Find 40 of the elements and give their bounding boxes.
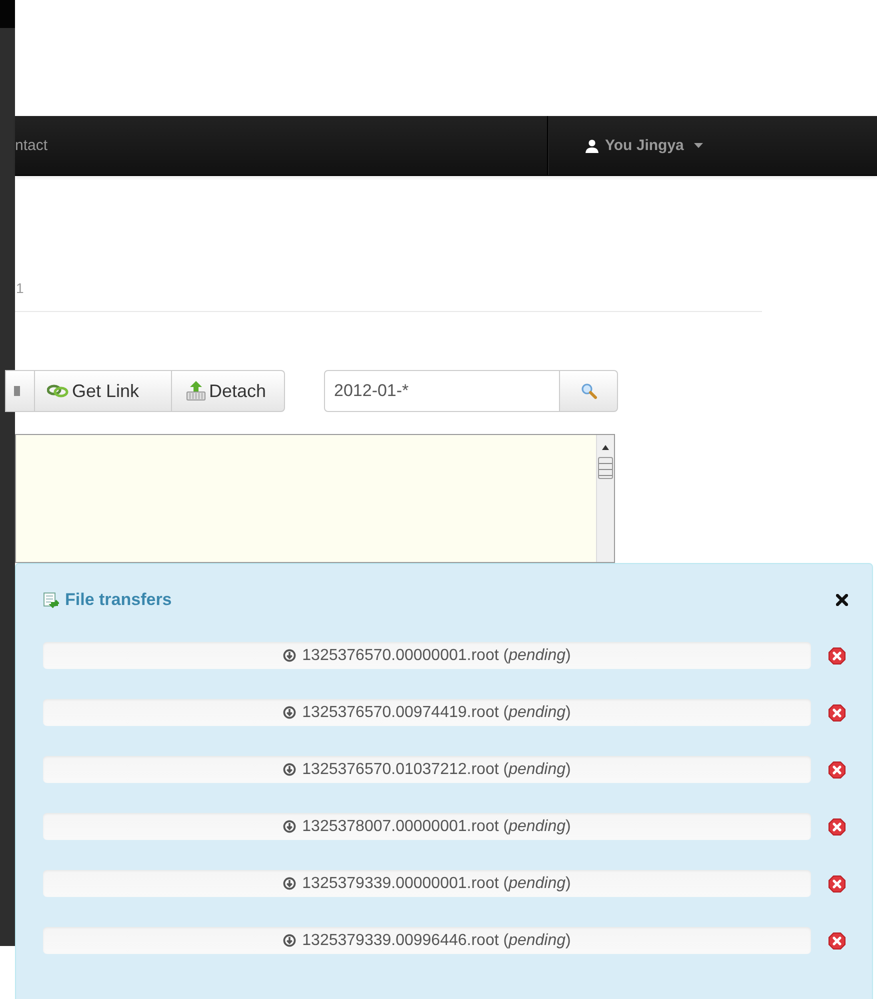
search-icon: [580, 383, 596, 399]
download-icon: [283, 763, 296, 776]
scrollbar[interactable]: [596, 435, 614, 562]
scroll-up-icon: [602, 445, 609, 450]
download-icon: [283, 877, 296, 890]
download-icon: [283, 706, 296, 719]
cancel-icon[interactable]: [828, 818, 846, 836]
user-name: You Jingya: [605, 137, 684, 154]
cancel-icon[interactable]: [828, 932, 846, 950]
toolbar-button[interactable]: [5, 370, 35, 412]
cancel-icon[interactable]: [828, 646, 846, 664]
close-icon[interactable]: [836, 594, 848, 606]
download-icon: [283, 934, 296, 947]
top-bar: [0, 0, 15, 28]
nav-link[interactable]: ntact: [15, 137, 548, 154]
toolbar-button[interactable]: Get Link: [35, 370, 172, 412]
cancel-icon[interactable]: [828, 704, 846, 722]
transfer-name: 1325376570.00974419.root (pending): [302, 704, 571, 722]
basket-arrow-icon: [186, 381, 206, 401]
cancel-icon[interactable]: [828, 760, 846, 778]
text-area[interactable]: [15, 434, 615, 563]
panel-title: File transfers: [65, 590, 172, 610]
chain-link-icon: [47, 383, 69, 399]
scroll-thumb[interactable]: [598, 457, 613, 479]
toolbar-icon: [14, 384, 20, 398]
transfer-name: 1325376570.00000001.root (pending): [302, 646, 571, 664]
transfer-name: 1325378007.00000001.root (pending): [302, 818, 571, 836]
download-icon: [283, 649, 296, 662]
transfer-name: 1325376570.01037212.root (pending): [302, 760, 571, 778]
toolbar-button[interactable]: Detach: [172, 370, 285, 412]
search-field[interactable]: 2012-01-*: [324, 370, 560, 412]
download-icon: [283, 820, 296, 833]
transfer-icon: [43, 592, 59, 608]
user-menu[interactable]: You Jingya: [548, 116, 703, 175]
cancel-icon[interactable]: [828, 874, 846, 892]
caret-icon: [694, 143, 703, 148]
user-icon: [585, 138, 599, 152]
transfer-name: 1325379339.00000001.root (pending): [302, 874, 571, 892]
search-button[interactable]: [560, 370, 618, 412]
transfer-name: 1325379339.00996446.root (pending): [302, 932, 571, 950]
